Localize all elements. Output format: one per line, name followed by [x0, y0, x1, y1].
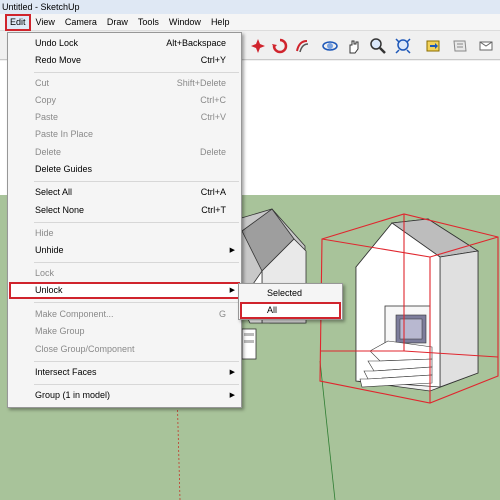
menu-item-redo-move[interactable]: Redo Move Ctrl+Y [9, 52, 240, 69]
menu-separator [34, 72, 239, 73]
edit-menu-dropdown: Undo Lock Alt+Backspace Redo Move Ctrl+Y… [7, 32, 242, 408]
menu-separator [34, 262, 239, 263]
window-title-bar: Untitled - SketchUp [0, 0, 500, 14]
menu-item-cut[interactable]: Cut Shift+Delete [9, 75, 240, 92]
menu-item-intersect-faces[interactable]: Intersect Faces ▶ [9, 364, 240, 381]
zoom-icon[interactable] [368, 36, 388, 56]
menu-item-unhide[interactable]: Unhide ▶ [9, 242, 240, 259]
menu-item-copy[interactable]: Copy Ctrl+C [9, 92, 240, 109]
unlock-submenu: Selected All [238, 283, 343, 320]
menu-item-make-component[interactable]: Make Component... G [9, 306, 240, 323]
menu-separator [34, 384, 239, 385]
submenu-item-selected[interactable]: Selected [240, 285, 341, 302]
next-view-icon[interactable] [450, 36, 470, 56]
orbit-icon[interactable] [320, 36, 340, 56]
menu-item-lock[interactable]: Lock [9, 265, 240, 282]
previous-view-icon[interactable] [424, 36, 444, 56]
menu-window[interactable]: Window [164, 14, 206, 31]
menu-item-unlock[interactable]: Unlock ▶ [9, 282, 240, 299]
window-title: Untitled - SketchUp [2, 2, 80, 12]
menu-bar: Edit View Camera Draw Tools Window Help [0, 13, 500, 31]
menu-camera[interactable]: Camera [60, 14, 102, 31]
extra-view-icon[interactable] [476, 36, 496, 56]
menu-item-paste[interactable]: Paste Ctrl+V [9, 109, 240, 126]
menu-item-select-none[interactable]: Select None Ctrl+T [9, 202, 240, 219]
menu-separator [34, 222, 239, 223]
menu-item-close-group-component[interactable]: Close Group/Component [9, 341, 240, 358]
menu-help[interactable]: Help [206, 14, 235, 31]
menu-item-delete-guides[interactable]: Delete Guides [9, 161, 240, 178]
menu-draw[interactable]: Draw [102, 14, 133, 31]
menu-item-delete[interactable]: Delete Delete [9, 144, 240, 161]
pan-icon[interactable] [344, 36, 364, 56]
offset-icon[interactable] [292, 36, 312, 56]
menu-item-group[interactable]: Group (1 in model) ▶ [9, 387, 240, 404]
menu-view[interactable]: View [31, 14, 60, 31]
white-house-locked[interactable] [319, 213, 499, 404]
menu-tools[interactable]: Tools [133, 14, 164, 31]
follow-me-icon[interactable] [270, 36, 290, 56]
menu-edit[interactable]: Edit [5, 13, 31, 31]
menu-item-select-all[interactable]: Select All Ctrl+A [9, 184, 240, 201]
menu-item-make-group[interactable]: Make Group [9, 323, 240, 340]
submenu-item-all[interactable]: All [240, 302, 341, 319]
submenu-arrow-icon: ▶ [229, 287, 235, 294]
submenu-arrow-icon: ▶ [229, 392, 235, 399]
menu-separator [34, 302, 239, 303]
menu-separator [34, 361, 239, 362]
menu-item-hide[interactable]: Hide [9, 225, 240, 242]
submenu-arrow-icon: ▶ [229, 247, 235, 254]
zoom-extents-icon[interactable] [393, 36, 413, 56]
menu-item-paste-in-place[interactable]: Paste In Place [9, 126, 240, 143]
submenu-arrow-icon: ▶ [229, 369, 235, 376]
rotate-icon[interactable] [248, 36, 268, 56]
menu-item-undo-lock[interactable]: Undo Lock Alt+Backspace [9, 35, 240, 52]
menu-separator [34, 181, 239, 182]
